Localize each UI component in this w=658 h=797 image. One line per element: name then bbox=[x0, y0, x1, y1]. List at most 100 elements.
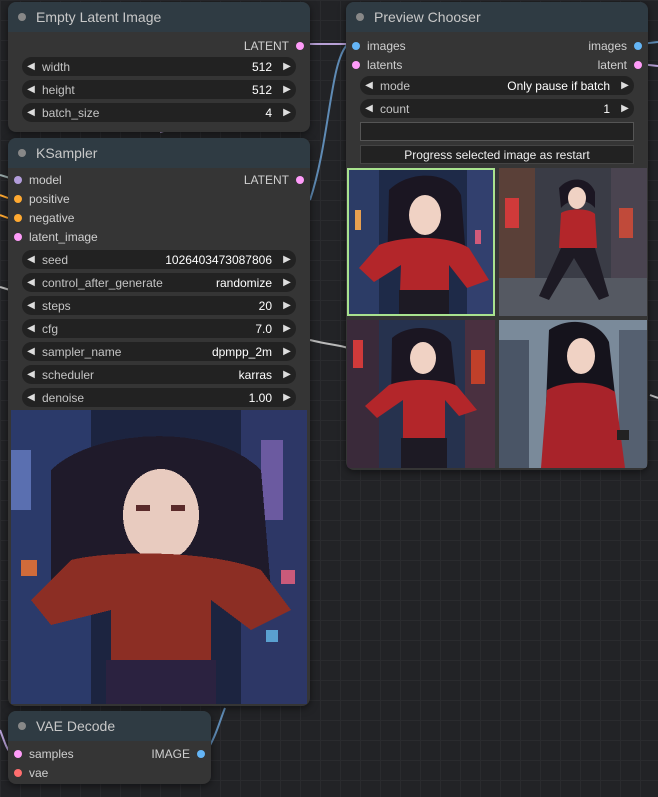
widget-label: seed bbox=[42, 252, 69, 267]
decrement-arrow-icon[interactable]: ◀ bbox=[22, 392, 40, 403]
decrement-arrow-icon[interactable]: ◀ bbox=[22, 107, 40, 118]
output-slot-images[interactable]: images bbox=[588, 39, 642, 53]
decrement-arrow-icon[interactable]: ◀ bbox=[22, 323, 40, 334]
input-row-positive: positive bbox=[8, 189, 310, 208]
increment-arrow-icon[interactable]: ▶ bbox=[278, 107, 296, 118]
input-label: vae bbox=[29, 766, 49, 780]
decrement-arrow-icon[interactable]: ◀ bbox=[22, 84, 40, 95]
image-output-dot-icon[interactable] bbox=[197, 750, 205, 758]
widget-mode[interactable]: ◀ mode Only pause if batch ▶ bbox=[360, 76, 634, 95]
output-slot-latent[interactable]: latent bbox=[598, 58, 642, 72]
input-slot-vae[interactable]: vae bbox=[14, 766, 48, 780]
decrement-arrow-icon[interactable]: ◀ bbox=[22, 369, 40, 380]
increment-arrow-icon[interactable]: ▶ bbox=[278, 84, 296, 95]
decrement-arrow-icon[interactable]: ◀ bbox=[22, 346, 40, 357]
widget-height[interactable]: ◀ height 512 ▶ bbox=[22, 80, 296, 99]
increment-arrow-icon[interactable]: ▶ bbox=[278, 61, 296, 72]
input-row-model: model LATENT bbox=[8, 170, 310, 189]
image-thumbnail-3[interactable] bbox=[347, 320, 495, 468]
widget-steps[interactable]: ◀ steps 20 ▶ bbox=[22, 296, 296, 315]
preview-chooser-node[interactable]: Preview Chooser images images latents la… bbox=[346, 2, 648, 470]
input-slot-latent-image[interactable]: latent_image bbox=[14, 230, 98, 244]
widget-label: count bbox=[380, 101, 410, 116]
input-slot-images[interactable]: images bbox=[352, 39, 406, 53]
node-title: KSampler bbox=[36, 145, 98, 161]
input-row-negative: negative bbox=[8, 208, 310, 227]
widget-value: Only pause if batch bbox=[507, 78, 610, 93]
output-label: IMAGE bbox=[151, 747, 190, 761]
latent-input-dot-icon[interactable] bbox=[352, 61, 360, 69]
decrement-arrow-icon[interactable]: ◀ bbox=[360, 80, 378, 91]
decrement-arrow-icon[interactable]: ◀ bbox=[22, 277, 40, 288]
collapse-dot-icon[interactable] bbox=[356, 13, 364, 21]
input-label: model bbox=[29, 173, 62, 187]
increment-arrow-icon[interactable]: ▶ bbox=[278, 277, 296, 288]
node-title-bar[interactable]: Empty Latent Image bbox=[8, 2, 310, 32]
input-slot-model[interactable]: model bbox=[14, 173, 62, 187]
input-slot-negative[interactable]: negative bbox=[14, 211, 74, 225]
input-slot-positive[interactable]: positive bbox=[14, 192, 70, 206]
model-input-dot-icon[interactable] bbox=[14, 176, 22, 184]
widget-value: randomize bbox=[215, 275, 272, 290]
widget-seed[interactable]: ◀ seed 1026403473087806 ▶ bbox=[22, 250, 296, 269]
output-label: LATENT bbox=[243, 39, 289, 53]
decrement-arrow-icon[interactable]: ◀ bbox=[22, 254, 40, 265]
latent-preview-image bbox=[11, 410, 307, 704]
widget-batch-size[interactable]: ◀ batch_size 4 ▶ bbox=[22, 103, 296, 122]
increment-arrow-icon[interactable]: ▶ bbox=[278, 392, 296, 403]
latent-input-dot-icon[interactable] bbox=[14, 233, 22, 241]
widget-scheduler[interactable]: ◀ scheduler karras ▶ bbox=[22, 365, 296, 384]
latent-output-dot-icon[interactable] bbox=[634, 61, 642, 69]
widget-label: mode bbox=[380, 78, 411, 93]
output-label: LATENT bbox=[243, 173, 289, 187]
latent-output-dot-icon[interactable] bbox=[296, 42, 304, 50]
ksampler-node[interactable]: KSampler model LATENT positive negative … bbox=[8, 138, 310, 706]
latent-input-dot-icon[interactable] bbox=[14, 750, 22, 758]
collapse-dot-icon[interactable] bbox=[18, 722, 26, 730]
collapse-dot-icon[interactable] bbox=[18, 13, 26, 21]
decrement-arrow-icon[interactable]: ◀ bbox=[22, 61, 40, 72]
output-slot-latent[interactable]: LATENT bbox=[244, 173, 304, 187]
increment-arrow-icon[interactable]: ▶ bbox=[278, 300, 296, 311]
output-slot-image[interactable]: IMAGE bbox=[151, 747, 205, 761]
widget-control-after-generate[interactable]: ◀ control_after_generate randomize ▶ bbox=[22, 273, 296, 292]
node-title-bar[interactable]: VAE Decode bbox=[8, 711, 211, 741]
output-slot-latent[interactable]: LATENT bbox=[244, 39, 304, 53]
collapse-dot-icon[interactable] bbox=[18, 149, 26, 157]
increment-arrow-icon[interactable]: ▶ bbox=[278, 323, 296, 334]
increment-arrow-icon[interactable]: ▶ bbox=[278, 369, 296, 380]
widget-sampler-name[interactable]: ◀ sampler_name dpmpp_2m ▶ bbox=[22, 342, 296, 361]
input-slot-samples[interactable]: samples bbox=[14, 747, 74, 761]
decrement-arrow-icon[interactable]: ◀ bbox=[22, 300, 40, 311]
widget-label: sampler_name bbox=[42, 344, 122, 359]
increment-arrow-icon[interactable]: ▶ bbox=[616, 80, 634, 91]
vae-input-dot-icon[interactable] bbox=[14, 769, 22, 777]
image-thumbnail-4[interactable] bbox=[499, 320, 647, 468]
increment-arrow-icon[interactable]: ▶ bbox=[278, 254, 296, 265]
image-thumbnail-2[interactable] bbox=[499, 168, 647, 316]
conditioning-input-dot-icon[interactable] bbox=[14, 214, 22, 222]
increment-arrow-icon[interactable]: ▶ bbox=[278, 346, 296, 357]
increment-arrow-icon[interactable]: ▶ bbox=[616, 103, 634, 114]
widget-denoise[interactable]: ◀ denoise 1.00 ▶ bbox=[22, 388, 296, 407]
input-label: negative bbox=[29, 211, 75, 225]
decrement-arrow-icon[interactable]: ◀ bbox=[360, 103, 378, 114]
text-input[interactable] bbox=[360, 122, 634, 141]
progress-selected-image-button[interactable]: Progress selected image as restart bbox=[360, 145, 634, 164]
widget-label: control_after_generate bbox=[42, 275, 163, 290]
empty-latent-image-node[interactable]: Empty Latent Image LATENT ◀ width 512 ▶ … bbox=[8, 2, 310, 132]
image-input-dot-icon[interactable] bbox=[352, 42, 360, 50]
widget-cfg[interactable]: ◀ cfg 7.0 ▶ bbox=[22, 319, 296, 338]
node-title-bar[interactable]: KSampler bbox=[8, 138, 310, 168]
vae-decode-node[interactable]: VAE Decode samples IMAGE vae bbox=[8, 711, 211, 784]
input-slot-latents[interactable]: latents bbox=[352, 58, 402, 72]
node-title-bar[interactable]: Preview Chooser bbox=[346, 2, 648, 32]
widget-count[interactable]: ◀ count 1 ▶ bbox=[360, 99, 634, 118]
image-output-dot-icon[interactable] bbox=[634, 42, 642, 50]
widget-width[interactable]: ◀ width 512 ▶ bbox=[22, 57, 296, 76]
conditioning-input-dot-icon[interactable] bbox=[14, 195, 22, 203]
widget-value: 7.0 bbox=[255, 321, 272, 336]
latent-output-dot-icon[interactable] bbox=[296, 176, 304, 184]
image-thumbnail-1-selected[interactable] bbox=[347, 168, 495, 316]
output-label: latent bbox=[597, 58, 627, 72]
